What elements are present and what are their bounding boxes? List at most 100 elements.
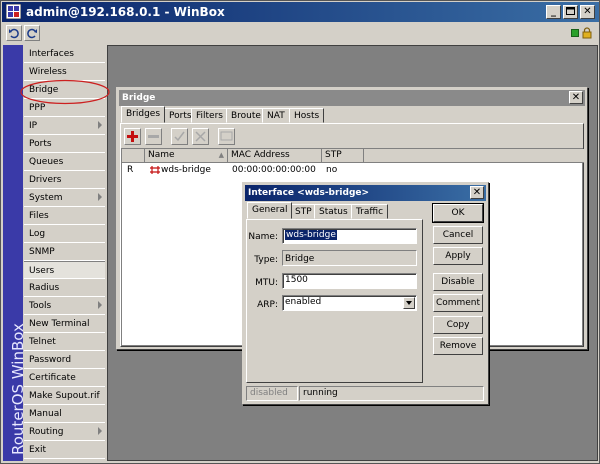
sidebar-item-label: Drivers [29,175,62,185]
tab-nat[interactable]: NAT [262,108,290,123]
dialog-tab-bar: General STP Status Traffic [247,202,427,220]
lock-icon [582,27,592,39]
disable-interface-button[interactable]: Disable [433,273,483,291]
sidebar-item-telnet[interactable]: Telnet [24,333,105,351]
tab-filters[interactable]: Filters [191,108,228,123]
apply-button[interactable]: Apply [433,247,483,265]
status-running: running [299,386,484,401]
undo-button[interactable] [6,25,22,41]
undo-icon [9,28,19,39]
tab-bridges[interactable]: Bridges [121,106,166,123]
window-close-button[interactable]: ✕ [580,5,595,19]
dialog-title: Interface <wds-bridge> [248,188,370,198]
main-toolbar [2,23,599,43]
tab-status[interactable]: Status [314,204,353,219]
status-disabled: disabled [246,386,298,401]
sidebar-item-new-terminal[interactable]: New Terminal [24,315,105,333]
bridge-window-title: Bridge [122,93,156,103]
sidebar-item-label: Make Supout.rif [29,391,100,401]
connection-status-icon [571,29,579,37]
redo-icon [27,28,37,39]
remove-button[interactable] [145,128,162,145]
sidebar-item-password[interactable]: Password [24,351,105,369]
name-value: wds-bridge [285,230,337,240]
sidebar-item-snmp[interactable]: SNMP [24,243,105,261]
sidebar-item-label: Radius [29,283,60,293]
disable-button[interactable] [192,128,209,145]
sidebar-item-files[interactable]: Files [24,207,105,225]
column-header-mac[interactable]: MAC Address [228,149,322,163]
sidebar-item-ip[interactable]: IP [24,117,105,135]
ok-button[interactable]: OK [432,203,484,223]
sidebar-item-interfaces[interactable]: Interfaces [24,45,105,63]
sidebar-item-log[interactable]: Log [24,225,105,243]
sidebar-item-system[interactable]: System [24,189,105,207]
chevron-down-icon[interactable] [403,297,415,309]
column-header-name[interactable]: Name ▲ [145,149,228,163]
sidebar-menu: Interfaces Wireless Bridge PPP IP Ports … [24,45,105,461]
window-title: admin@192.168.0.1 - WinBox [26,5,225,19]
tab-hosts[interactable]: Hosts [289,108,325,123]
sidebar-item-tools[interactable]: Tools [24,297,105,315]
general-tab-panel: Name: wds-bridge Type: Bridge MTU: 1500 … [246,219,423,383]
column-header-stp[interactable]: STP [322,149,364,163]
arp-label: ARP: [257,300,278,310]
sidebar-item-queues[interactable]: Queues [24,153,105,171]
row-stp: no [326,165,338,175]
submenu-arrow-icon [98,301,102,309]
row-flag: R [127,165,134,175]
bridge-close-button[interactable]: ✕ [569,91,583,104]
check-icon [174,131,185,142]
tab-general[interactable]: General [247,202,293,219]
bridge-tab-bar: Bridges Ports Filters Broute NAT Hosts [121,106,583,124]
tab-traffic[interactable]: Traffic [351,204,389,219]
dialog-title-bar[interactable]: Interface <wds-bridge> [245,185,486,201]
name-field[interactable]: wds-bridge [282,228,417,244]
row-mac: 00:00:00:00:00:00 [232,165,316,175]
sidebar-item-routing[interactable]: Routing [24,423,105,441]
sidebar-item-label: SNMP [29,247,55,257]
cancel-button[interactable]: Cancel [433,226,483,244]
add-button[interactable] [124,128,141,145]
sidebar-item-label: Telnet [29,337,56,347]
comment-interface-button[interactable]: Comment [433,294,483,312]
column-header-flag[interactable] [122,149,145,163]
comment-icon [220,131,233,141]
type-value: Bridge [282,250,417,266]
arp-select[interactable]: enabled [282,295,417,311]
name-label: Name: [248,232,278,242]
redo-button[interactable] [24,25,40,41]
sidebar-item-label: Tools [29,301,52,311]
remove-icon [148,135,159,138]
sidebar-item-users[interactable]: Users [24,261,105,279]
sidebar-item-certificate[interactable]: Certificate [24,369,105,387]
sidebar-item-manual[interactable]: Manual [24,405,105,423]
sidebar-item-label: Queues [29,157,64,167]
cross-icon [195,131,206,142]
sidebar-item-label: Log [29,229,46,239]
sidebar-item-label: IP [29,121,38,131]
bridge-grid-toolbar [124,128,264,148]
bridge-window-title-bar[interactable]: Bridge [119,90,585,106]
sidebar-item-ports[interactable]: Ports [24,135,105,153]
maximize-icon [566,7,575,15]
interface-dialog: Interface <wds-bridge> ✕ General STP Sta… [242,182,489,405]
sidebar-item-label: System [29,193,63,203]
mtu-field[interactable]: 1500 [282,273,417,289]
enable-button[interactable] [171,128,188,145]
sidebar-item-label: Interfaces [29,49,74,59]
sidebar-item-label: Ports [29,139,52,149]
copy-button[interactable]: Copy [433,316,483,334]
tab-broute[interactable]: Broute [226,108,266,123]
maximize-button[interactable] [563,5,578,19]
minimize-button[interactable]: _ [546,5,561,19]
comment-button[interactable] [218,128,235,145]
dialog-close-button[interactable]: ✕ [470,186,484,199]
sidebar-item-radius[interactable]: Radius [24,279,105,297]
sidebar-item-drivers[interactable]: Drivers [24,171,105,189]
tab-stp[interactable]: STP [290,204,317,219]
sidebar-item-make-supout[interactable]: Make Supout.rif [24,387,105,405]
remove-interface-button[interactable]: Remove [433,337,483,355]
title-bar[interactable]: admin@192.168.0.1 - WinBox _ ✕ [2,2,599,22]
sidebar-item-exit[interactable]: Exit [24,441,105,459]
